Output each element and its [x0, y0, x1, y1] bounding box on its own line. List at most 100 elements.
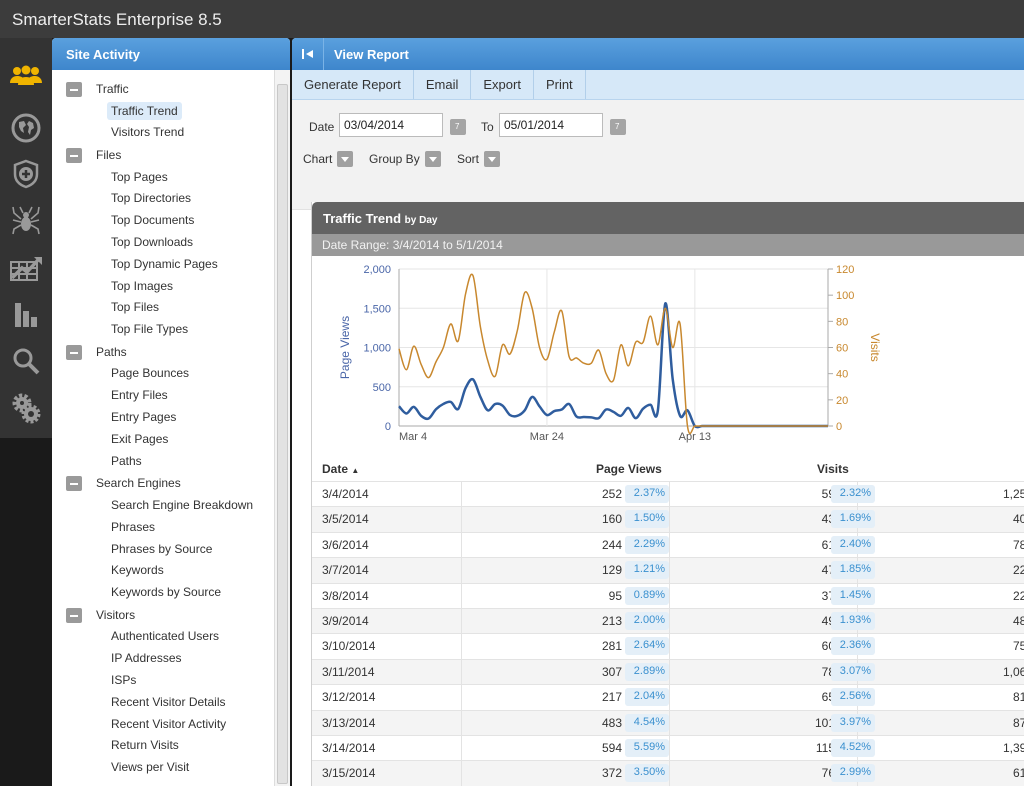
collapse-toggle-icon[interactable]	[66, 82, 82, 97]
visits-column-header[interactable]: Visits	[817, 462, 849, 476]
site-activity-icon[interactable]	[8, 58, 44, 94]
row-date: 3/12/2014	[322, 690, 376, 705]
tree-item-paths[interactable]: Paths	[52, 451, 274, 473]
chart-dropdown[interactable]	[337, 151, 353, 167]
row-visits-pct: 2.40%	[831, 535, 875, 554]
table-row[interactable]: 3/4/2014 252 2.37% 59 2.32% 1,251	[312, 481, 1024, 507]
row-page-views-pct: 4.54%	[625, 713, 669, 732]
row-page-views-pct: 2.37%	[625, 485, 669, 503]
row-page-views: 252	[601, 487, 622, 501]
spider-icon[interactable]	[8, 202, 44, 238]
app-title: SmarterStats Enterprise 8.5	[12, 10, 222, 29]
tree-item-entry-files[interactable]: Entry Files	[52, 385, 274, 407]
collapse-toggle-icon[interactable]	[66, 607, 82, 623]
generate-report-button[interactable]: Generate Report	[292, 70, 414, 99]
sort-dropdown[interactable]	[484, 151, 500, 167]
group-by-dropdown[interactable]	[425, 151, 441, 167]
row-page-views-pct: 2.29%	[625, 535, 669, 554]
table-row[interactable]: 3/6/2014 244 2.29% 61 2.40% 785	[312, 531, 1024, 558]
tree-group-paths[interactable]: Paths	[52, 341, 274, 364]
row-extra-value: 487	[1012, 613, 1024, 628]
tree-item-top-pages[interactable]: Top Pages	[52, 167, 274, 189]
date-to-input[interactable]: 05/01/2014	[499, 113, 603, 137]
collapse-toggle-icon[interactable]	[66, 344, 82, 360]
row-visits-pct: 4.52%	[831, 738, 875, 757]
tree-item-keywords-by-source[interactable]: Keywords by Source	[52, 582, 274, 604]
scrollbar-thumb[interactable]	[277, 84, 288, 784]
calendar-from-icon[interactable]	[450, 119, 466, 135]
row-page-views-pct: 3.50%	[625, 764, 669, 783]
trend-chart-icon[interactable]	[8, 250, 44, 286]
tree-item-ip-addresses[interactable]: IP Addresses	[52, 648, 274, 670]
settings-gears-icon[interactable]	[8, 390, 44, 426]
tree-item-authenticated-users[interactable]: Authenticated Users	[52, 626, 274, 648]
row-page-views-pct: 5.59%	[625, 738, 669, 757]
x-tick-label: Apr 13	[679, 431, 711, 443]
row-page-views: 129	[601, 563, 622, 578]
tree-item-recent-visitor-activity[interactable]: Recent Visitor Activity	[52, 714, 274, 736]
y-axis-label: Page Views	[338, 316, 352, 379]
table-row[interactable]: 3/5/2014 160 1.50% 43 1.69% 405	[312, 506, 1024, 532]
collapse-panel-button[interactable]	[292, 38, 324, 70]
tree-item-visitors-trend[interactable]: Visitors Trend	[52, 122, 274, 144]
tree-item-exit-pages[interactable]: Exit Pages	[52, 429, 274, 451]
calendar-to-icon[interactable]	[610, 119, 626, 135]
tree-item-phrases-by-source[interactable]: Phrases by Source	[52, 539, 274, 561]
tree-item-top-documents[interactable]: Top Documents	[52, 210, 274, 232]
tree-item-traffic-trend[interactable]: Traffic Trend	[52, 101, 274, 123]
tree-item-isps[interactable]: ISPs	[52, 670, 274, 692]
series-line-page-views	[398, 302, 828, 429]
collapse-toggle-icon[interactable]	[66, 148, 82, 164]
tree-item-recent-visitor-details[interactable]: Recent Visitor Details	[52, 692, 274, 714]
y2-tick-label: 100	[836, 290, 854, 302]
tree-item-keywords[interactable]: Keywords	[52, 560, 274, 582]
row-page-views-pct: 2.89%	[625, 662, 669, 681]
email-button[interactable]: Email	[414, 70, 472, 99]
tree-group-files[interactable]: Files	[52, 144, 274, 167]
row-extra-value: 814	[1012, 690, 1024, 705]
shield-plus-icon[interactable]	[8, 156, 44, 192]
date-column-header[interactable]: Date ▲	[322, 462, 359, 476]
search-icon[interactable]	[8, 343, 44, 379]
tree-item-phrases[interactable]: Phrases	[52, 517, 274, 539]
tree-item-views-per-visit[interactable]: Views per Visit	[52, 757, 274, 779]
collapse-toggle-icon[interactable]	[66, 476, 82, 492]
row-visits-pct: 3.97%	[831, 713, 875, 732]
row-extra-value: 1,063	[1002, 664, 1024, 679]
table-row[interactable]: 3/15/2014 372 3.50% 76 2.99% 613	[312, 760, 1024, 786]
tree-item-entry-pages[interactable]: Entry Pages	[52, 407, 274, 429]
tree-item-top-files[interactable]: Top Files	[52, 297, 274, 319]
table-row[interactable]: 3/14/2014 594 5.59% 115 4.52% 1,390	[312, 734, 1024, 761]
tree-item-top-file-types[interactable]: Top File Types	[52, 319, 274, 341]
table-row[interactable]: 3/11/2014 307 2.89% 78 3.07% 1,063	[312, 658, 1024, 685]
table-row[interactable]: 3/13/2014 483 4.54% 101 3.97% 871	[312, 709, 1024, 735]
tree-item-top-images[interactable]: Top Images	[52, 276, 274, 298]
tree-item-top-downloads[interactable]: Top Downloads	[52, 232, 274, 254]
tree-item-search-engine-breakdown[interactable]: Search Engine Breakdown	[52, 495, 274, 517]
y-tick-label: 2,000	[363, 264, 391, 276]
tree-item-return-visits[interactable]: Return Visits	[52, 735, 274, 757]
table-row[interactable]: 3/8/2014 95 0.89% 37 1.45% 229	[312, 582, 1024, 608]
tree-group-traffic[interactable]: Traffic	[52, 78, 274, 101]
table-row[interactable]: 3/9/2014 213 2.00% 49 1.93% 487	[312, 607, 1024, 634]
row-date: 3/13/2014	[322, 715, 376, 730]
table-row[interactable]: 3/7/2014 129 1.21% 47 1.85% 228	[312, 557, 1024, 583]
export-button[interactable]: Export	[471, 70, 534, 99]
tree-scrollbar[interactable]	[274, 70, 290, 786]
bar-chart-icon[interactable]	[8, 296, 44, 332]
tree-group-search-engines[interactable]: Search Engines	[52, 472, 274, 495]
globe-icon[interactable]	[8, 110, 44, 146]
table-row[interactable]: 3/10/2014 281 2.64% 60 2.36% 755	[312, 633, 1024, 659]
print-button[interactable]: Print	[534, 70, 586, 99]
tree-group-visitors[interactable]: Visitors	[52, 604, 274, 627]
table-row[interactable]: 3/12/2014 217 2.04% 65 2.56% 814	[312, 684, 1024, 710]
tree-item-top-directories[interactable]: Top Directories	[52, 188, 274, 210]
page-views-column-header[interactable]: Page Views	[596, 462, 662, 476]
tree-item-page-bounces[interactable]: Page Bounces	[52, 363, 274, 385]
sort-asc-icon: ▲	[351, 466, 360, 475]
tree-item-top-dynamic-pages[interactable]: Top Dynamic Pages	[52, 254, 274, 276]
site-activity-panel: Site Activity Traffic Traffic Trend Visito…	[52, 38, 290, 786]
row-extra-value: 1,251	[1002, 487, 1024, 501]
row-page-views-pct: 2.00%	[625, 611, 669, 630]
date-from-input[interactable]: 03/04/2014	[339, 113, 443, 137]
